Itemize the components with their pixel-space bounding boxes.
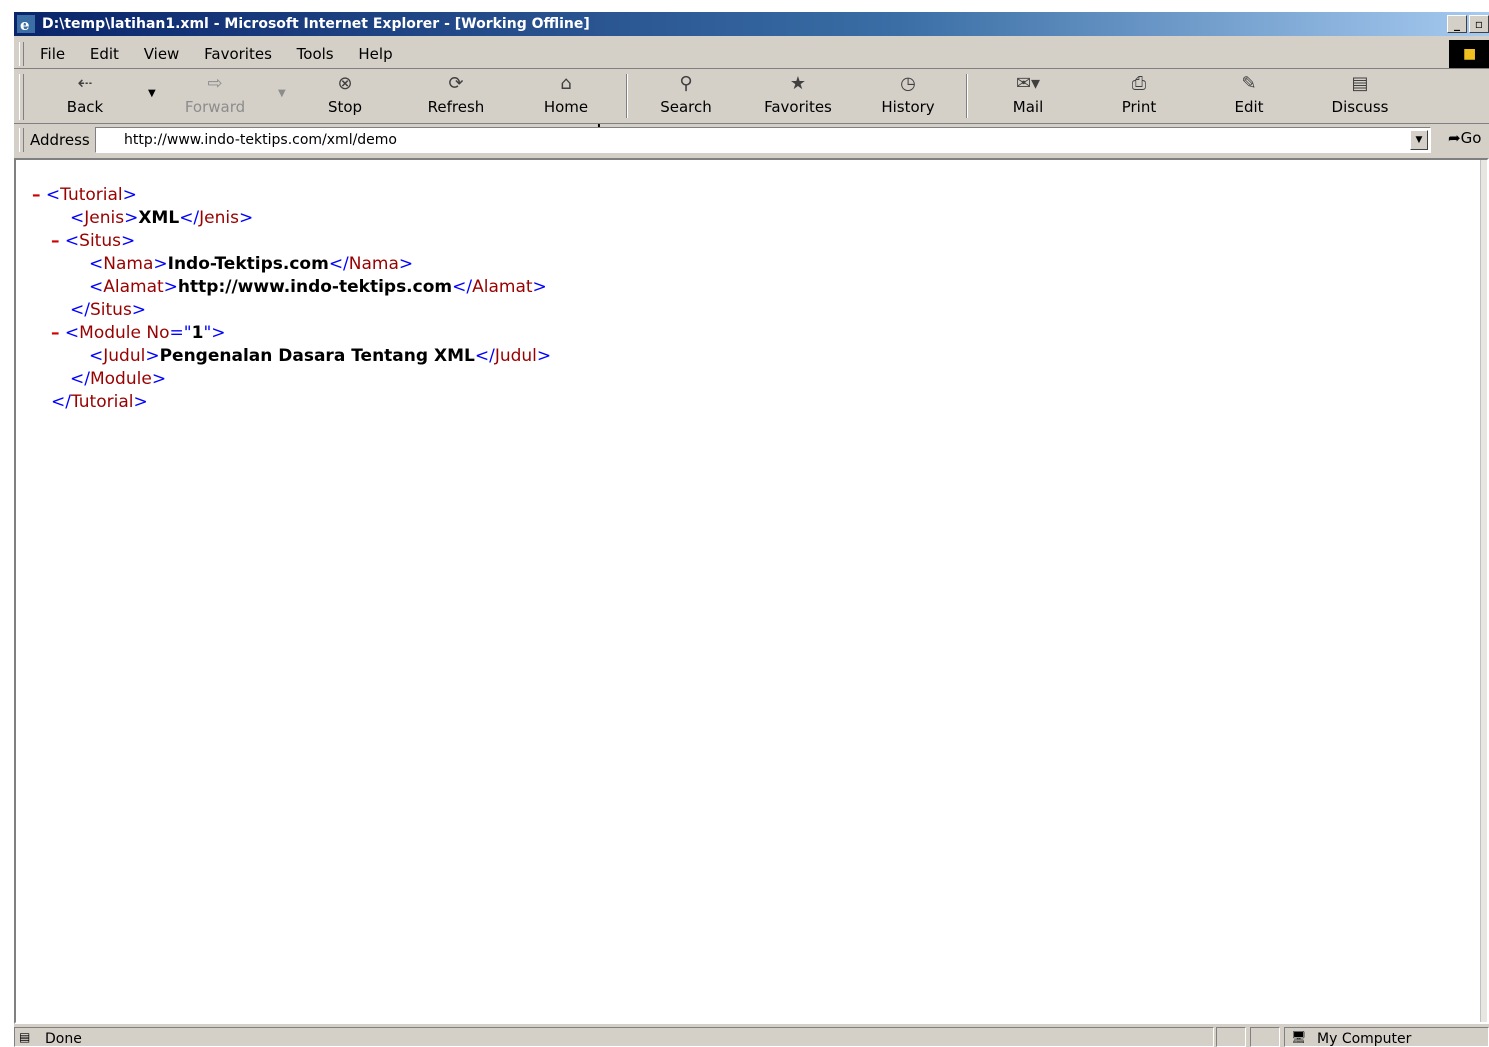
home-button[interactable]: ⌂ Home — [534, 70, 598, 122]
edit-button[interactable]: ✎ Edit — [1226, 70, 1272, 122]
toolbar-separator — [626, 74, 628, 118]
refresh-icon: ⟳ — [448, 73, 464, 94]
status-text: Done — [45, 1031, 82, 1047]
status-pane — [1250, 1027, 1280, 1047]
xml-node-module-close: </Module> — [70, 369, 167, 389]
refresh-button[interactable]: ⟳ Refresh — [420, 70, 492, 122]
menu-view[interactable]: View — [144, 45, 180, 63]
toolbar-separator — [966, 74, 968, 118]
print-icon: ⎙ — [1131, 73, 1147, 94]
xml-node-alamat: <Alamat>http://www.indo-tektips.com</Ala… — [89, 277, 547, 297]
favorites-button[interactable]: ★ Favorites — [758, 70, 838, 122]
address-dropdown-button[interactable]: ▼ — [1410, 130, 1428, 150]
forward-button[interactable]: ⇨ Forward — [174, 70, 256, 122]
menu-help[interactable]: Help — [358, 45, 392, 63]
go-arrow-icon: ➦ — [1448, 129, 1461, 147]
toolbar-grip[interactable] — [19, 74, 24, 120]
menu-file[interactable]: File — [40, 45, 65, 63]
history-icon: ◷ — [900, 73, 916, 94]
edit-icon: ✎ — [1241, 73, 1257, 94]
status-pane — [1216, 1027, 1246, 1047]
standard-toolbar: ⇠ Back ▼ ⇨ Forward ▼ ⊗ Stop ⟳ Refresh ⌂ … — [14, 70, 1489, 144]
collapse-toggle[interactable]: – — [32, 185, 41, 205]
xml-node-tutorial-close: </Tutorial> — [51, 392, 148, 412]
forward-arrow-icon: ⇨ — [207, 73, 223, 94]
address-bar: Address ▼ ➦Go — [14, 125, 1489, 155]
mail-button[interactable]: ✉▾ Mail — [1002, 70, 1054, 122]
menu-bar-grip[interactable] — [19, 42, 24, 66]
collapse-toggle[interactable]: – — [51, 231, 60, 251]
svg-text:e: e — [20, 16, 30, 33]
minimize-button[interactable]: _ — [1447, 15, 1467, 33]
xml-node-module-open: – <Module No="1"> — [51, 323, 226, 343]
back-arrow-icon: ⇠ — [77, 73, 93, 94]
xml-node-tutorial-open: – <Tutorial> — [32, 185, 137, 205]
window-title: D:\temp\latihan1.xml - Microsoft Interne… — [42, 16, 590, 32]
discuss-icon: ▤ — [1351, 73, 1369, 94]
stop-icon: ⊗ — [337, 73, 353, 94]
restore-button[interactable]: ▫ — [1469, 15, 1489, 33]
title-bar[interactable]: e D:\temp\latihan1.xml - Microsoft Inter… — [14, 12, 1489, 36]
status-bar: ▤ Done 🖥 My Computer — [14, 1026, 1489, 1047]
menu-edit[interactable]: Edit — [90, 45, 119, 63]
xml-node-situs-open: – <Situs> — [51, 231, 136, 251]
address-label: Address — [30, 131, 90, 149]
internet-explorer-icon: e — [17, 15, 35, 33]
xml-node-jenis: <Jenis>XML</Jenis> — [70, 208, 254, 228]
menu-tools[interactable]: Tools — [297, 45, 334, 63]
xml-node-situs-close: </Situs> — [70, 300, 147, 320]
xml-node-nama: <Nama>Indo-Tektips.com</Nama> — [89, 254, 414, 274]
stop-button[interactable]: ⊗ Stop — [314, 70, 376, 122]
menu-bar: File Edit View Favorites Tools Help ■ — [14, 39, 1489, 69]
collapse-toggle[interactable]: – — [51, 323, 60, 343]
mail-icon: ✉▾ — [1015, 73, 1041, 94]
status-zone: 🖥 My Computer — [1284, 1027, 1489, 1047]
window-controls: _ ▫ — [1445, 15, 1489, 33]
search-icon: ⚲ — [679, 73, 693, 94]
print-button[interactable]: ⎙ Print — [1114, 70, 1164, 122]
my-computer-icon: 🖥 — [1291, 1030, 1307, 1044]
windows-logo-icon: ■ — [1449, 40, 1489, 68]
history-button[interactable]: ◷ History — [876, 70, 940, 122]
back-button[interactable]: ⇠ Back — [52, 70, 118, 122]
search-button[interactable]: ⚲ Search — [652, 70, 720, 122]
back-dropdown-icon[interactable]: ▼ — [148, 88, 156, 99]
address-input[interactable] — [124, 132, 1024, 148]
go-button[interactable]: ➦Go — [1448, 129, 1481, 147]
page-content: – <Tutorial> <Jenis>XML</Jenis> – <Situs… — [14, 158, 1489, 1024]
status-main: ▤ Done — [14, 1027, 1214, 1047]
discuss-button[interactable]: ▤ Discuss — [1328, 70, 1392, 122]
xml-node-judul: <Judul>Pengenalan Dasara Tentang XML</Ju… — [89, 346, 552, 366]
address-field[interactable]: ▼ — [95, 127, 1431, 153]
vertical-scrollbar[interactable] — [1480, 160, 1487, 1022]
home-icon: ⌂ — [560, 73, 572, 94]
browser-window: e D:\temp\latihan1.xml - Microsoft Inter… — [14, 12, 1489, 1047]
menu-favorites[interactable]: Favorites — [204, 45, 272, 63]
favorites-icon: ★ — [789, 73, 807, 94]
forward-dropdown-icon[interactable]: ▼ — [278, 88, 286, 99]
page-done-icon: ▤ — [19, 1030, 31, 1044]
address-bar-grip[interactable] — [19, 128, 24, 152]
